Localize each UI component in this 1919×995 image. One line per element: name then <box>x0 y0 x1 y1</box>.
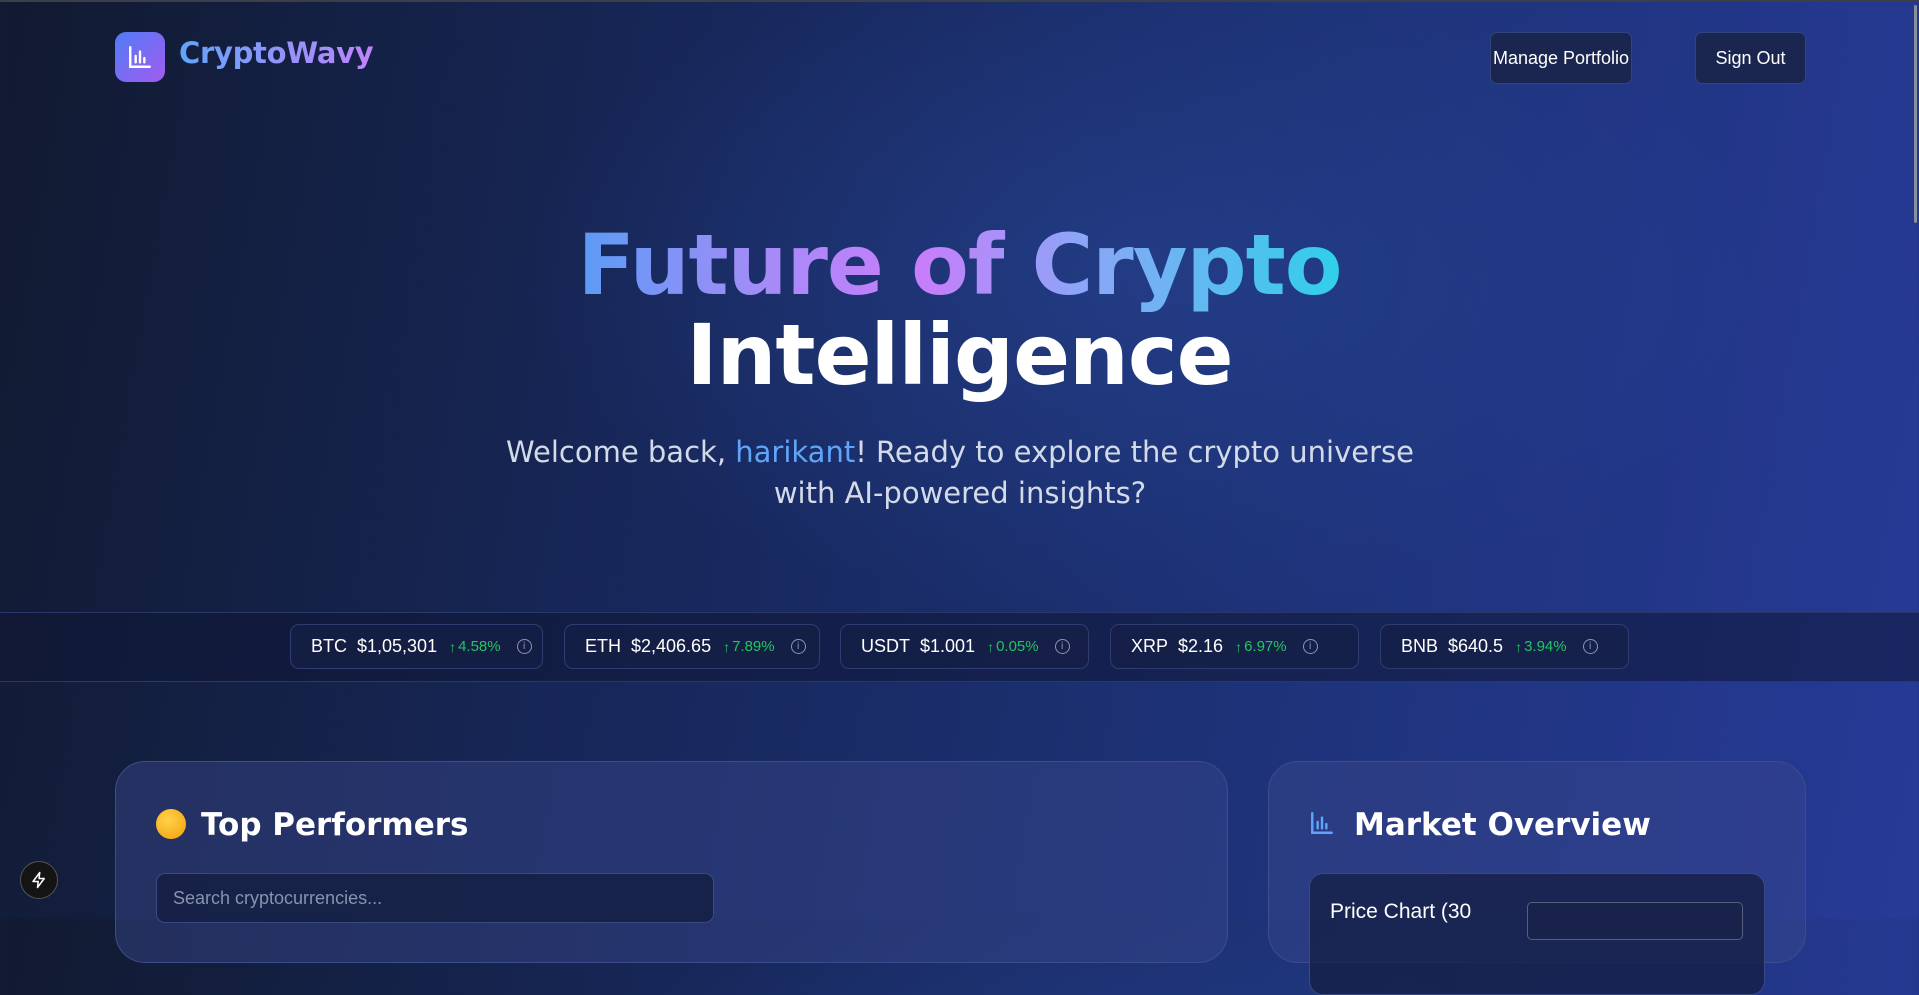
info-icon[interactable]: i <box>790 639 806 654</box>
top-performers-title: Top Performers <box>201 807 469 843</box>
ticker-change-value: 7.89% <box>732 638 775 655</box>
arrow-up-icon: ↑ <box>449 638 457 655</box>
hero-title-line2: Intelligence <box>686 306 1233 404</box>
ticker-change: ↑ 4.58% <box>449 638 501 655</box>
quick-action-button[interactable] <box>20 861 58 899</box>
ticker-price: $2,406.65 <box>631 636 712 656</box>
lightning-icon <box>32 871 45 889</box>
info-icon[interactable]: i <box>516 639 532 654</box>
ticker-change-value: 0.05% <box>996 638 1039 655</box>
welcome-suffix: ! Ready to explore the crypto universe w… <box>773 435 1414 510</box>
ticker-change-value: 6.97% <box>1244 638 1287 655</box>
ticker-item-usdt[interactable]: USDT $1.001 ↑ 0.05% i <box>840 624 1089 669</box>
brand-name[interactable]: CryptoWavy <box>179 36 374 70</box>
username: harikant <box>735 435 856 469</box>
price-chart-label: Price Chart (30 <box>1330 900 1472 923</box>
info-icon[interactable]: i <box>1302 639 1318 654</box>
bar-chart-icon <box>129 46 151 68</box>
timeframe-select[interactable] <box>1527 902 1743 940</box>
ticker-symbol: BNB <box>1401 636 1439 656</box>
ticker-item-xrp[interactable]: XRP $2.16 ↑ 6.97% i <box>1110 624 1359 669</box>
sun-dot-icon <box>156 809 186 839</box>
hero-title-gradient-text: Future of Crypto <box>577 216 1343 314</box>
ticker-symbol: USDT <box>861 636 910 656</box>
info-icon[interactable]: i <box>1054 639 1070 654</box>
hero-title-line1: Future of Crypto <box>0 215 1919 315</box>
ticker-price: $2.16 <box>1178 636 1224 656</box>
ticker-change: ↑ 6.97% <box>1235 638 1287 655</box>
ticker-change: ↑ 3.94% <box>1515 638 1567 655</box>
ticker-change-value: 4.58% <box>458 638 501 655</box>
ticker-change: ↑ 7.89% <box>723 638 775 655</box>
price-ticker-bar: BTC $1,05,301 ↑ 4.58% i ETH $2,406.65 ↑ 7.… <box>0 612 1919 682</box>
market-overview-title: Market Overview <box>1354 807 1651 843</box>
ticker-price: $1,05,301 <box>357 636 438 656</box>
market-overview-panel: Market Overview Price Chart (30 <box>1268 761 1806 995</box>
price-chart-card: Price Chart (30 <box>1309 873 1765 995</box>
ticker-item-eth[interactable]: ETH $2,406.65 ↑ 7.89% i <box>564 624 820 669</box>
header: CryptoWavy Manage Portfolio Sign Out <box>0 0 1919 115</box>
manage-portfolio-button[interactable]: Manage Portfolio <box>1490 32 1632 84</box>
arrow-up-icon: ↑ <box>987 638 995 655</box>
ticker-symbol: ETH <box>585 636 621 656</box>
welcome-prefix: Welcome back, <box>506 435 736 469</box>
ticker-item-btc[interactable]: BTC $1,05,301 ↑ 4.58% i <box>290 624 543 669</box>
sign-out-button[interactable]: Sign Out <box>1695 32 1806 84</box>
bar-chart-icon <box>1311 812 1333 834</box>
arrow-up-icon: ↑ <box>1235 638 1243 655</box>
ticker-price: $640.5 <box>1448 636 1504 656</box>
ticker-symbol: BTC <box>311 636 347 656</box>
arrow-up-icon: ↑ <box>1515 638 1523 655</box>
ticker-change-value: 3.94% <box>1524 638 1567 655</box>
ticker-price: $1.001 <box>920 636 976 656</box>
arrow-up-icon: ↑ <box>723 638 731 655</box>
welcome-message: Welcome back, harikant! Ready to explore… <box>500 432 1420 514</box>
top-performers-panel: Top Performers <box>115 761 1228 963</box>
ticker-symbol: XRP <box>1131 636 1169 656</box>
brand-logo[interactable] <box>115 32 165 82</box>
page-scrollbar[interactable] <box>1914 5 1917 223</box>
search-input[interactable] <box>156 873 714 923</box>
info-icon[interactable]: i <box>1582 639 1598 654</box>
ticker-item-bnb[interactable]: BNB $640.5 ↑ 3.94% i <box>1380 624 1629 669</box>
ticker-change: ↑ 0.05% <box>987 638 1039 655</box>
